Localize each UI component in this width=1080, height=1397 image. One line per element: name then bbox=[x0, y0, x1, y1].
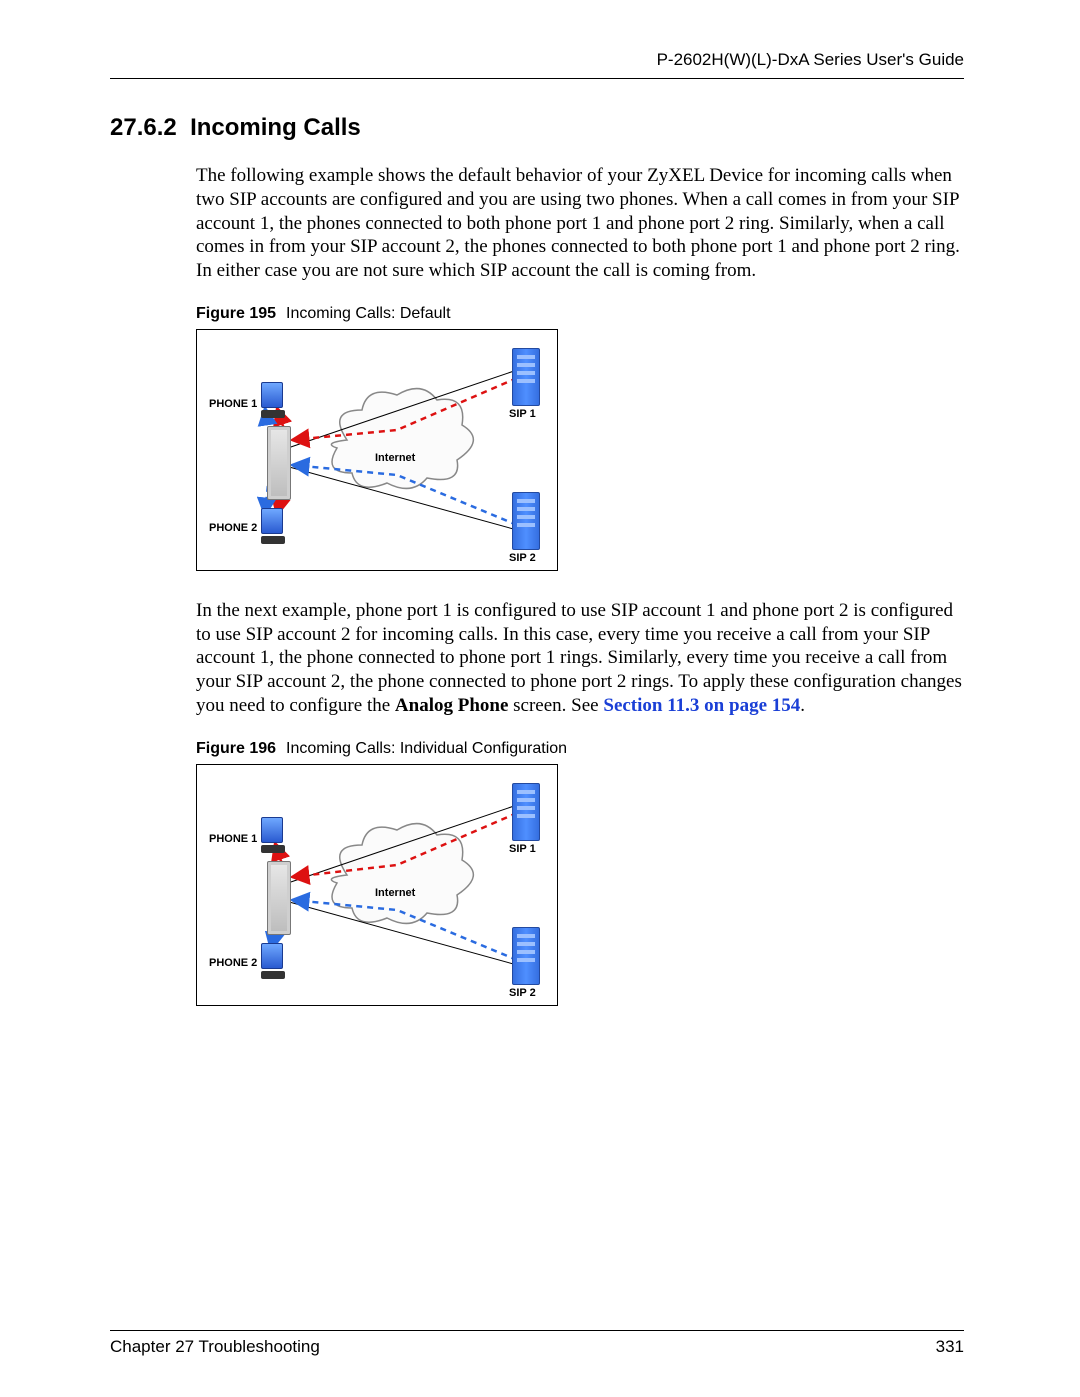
phone-icon bbox=[261, 943, 285, 979]
label-phone2: PHONE 2 bbox=[209, 522, 257, 534]
server-icon bbox=[512, 783, 540, 841]
server-icon bbox=[512, 927, 540, 985]
figure-caption-text: Incoming Calls: Individual Configuration bbox=[286, 740, 567, 757]
phone-icon bbox=[261, 817, 285, 853]
label-sip1: SIP 1 bbox=[509, 843, 536, 855]
label-sip2: SIP 2 bbox=[509, 552, 536, 564]
figure-196-caption: Figure 196 Incoming Calls: Individual Con… bbox=[196, 740, 964, 758]
phone-icon bbox=[261, 508, 285, 544]
device-icon bbox=[267, 426, 291, 500]
figure-196-diagram: PHONE 1 PHONE 2 SIP 1 SIP 2 Internet bbox=[196, 764, 558, 1006]
top-rule bbox=[110, 78, 964, 79]
figure-label: Figure 196 bbox=[196, 740, 276, 757]
page: P-2602H(W)(L)-DxA Series User's Guide 27… bbox=[0, 0, 1080, 1397]
p2-bold: Analog Phone bbox=[395, 695, 509, 716]
section-title: Incoming Calls bbox=[190, 114, 361, 141]
p2-text-c: . bbox=[800, 695, 805, 716]
label-sip1: SIP 1 bbox=[509, 408, 536, 420]
paragraph-2: In the next example, phone port 1 is con… bbox=[196, 599, 964, 718]
phone-icon bbox=[261, 382, 285, 418]
footer: Chapter 27 Troubleshooting 331 bbox=[110, 1330, 964, 1357]
running-header: P-2602H(W)(L)-DxA Series User's Guide bbox=[110, 50, 964, 70]
label-internet: Internet bbox=[375, 887, 415, 899]
server-icon bbox=[512, 492, 540, 550]
body-block: The following example shows the default … bbox=[196, 164, 964, 1006]
section-heading: 27.6.2 Incoming Calls bbox=[110, 114, 964, 142]
label-phone1: PHONE 1 bbox=[209, 398, 257, 410]
label-sip2: SIP 2 bbox=[509, 987, 536, 999]
bottom-rule bbox=[110, 1330, 964, 1331]
figure-196-lines bbox=[197, 765, 557, 1005]
server-icon bbox=[512, 348, 540, 406]
figure-caption-text: Incoming Calls: Default bbox=[286, 305, 451, 322]
p2-text-b: screen. See bbox=[508, 695, 603, 716]
figure-195-caption: Figure 195 Incoming Calls: Default bbox=[196, 305, 964, 323]
device-icon bbox=[267, 861, 291, 935]
label-phone2: PHONE 2 bbox=[209, 957, 257, 969]
figure-195-lines bbox=[197, 330, 557, 570]
footer-left: Chapter 27 Troubleshooting bbox=[110, 1337, 320, 1357]
figure-195-diagram: PHONE 1 PHONE 2 SIP 1 SIP 2 Internet bbox=[196, 329, 558, 571]
page-number: 331 bbox=[936, 1337, 964, 1357]
label-internet: Internet bbox=[375, 452, 415, 464]
paragraph-1: The following example shows the default … bbox=[196, 164, 964, 283]
figure-label: Figure 195 bbox=[196, 305, 276, 322]
section-number: 27.6.2 bbox=[110, 114, 177, 141]
label-phone1: PHONE 1 bbox=[209, 833, 257, 845]
cross-reference-link[interactable]: Section 11.3 on page 154 bbox=[603, 695, 800, 716]
